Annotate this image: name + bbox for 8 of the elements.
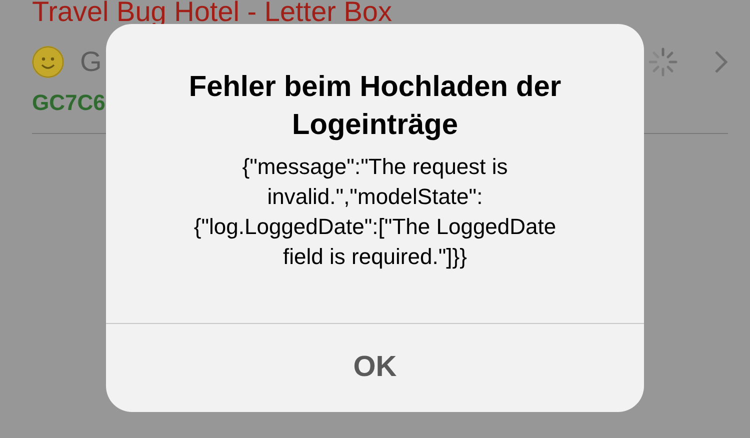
cache-code: GC7C6: [32, 89, 106, 117]
ok-button[interactable]: OK: [106, 324, 644, 412]
alert-message: {"message":"The request is invalid.","modelState":{"log.LoggedDate":["The LoggedDate field is required."]}}: [192, 153, 558, 271]
status-text: G: [80, 45, 102, 79]
alert-title: Fehler beim Hochladen der Logeinträge: [188, 70, 562, 143]
chevron-right-icon: [714, 50, 728, 74]
smiley-icon: [32, 46, 64, 78]
loading-spinner-icon: [648, 47, 678, 77]
